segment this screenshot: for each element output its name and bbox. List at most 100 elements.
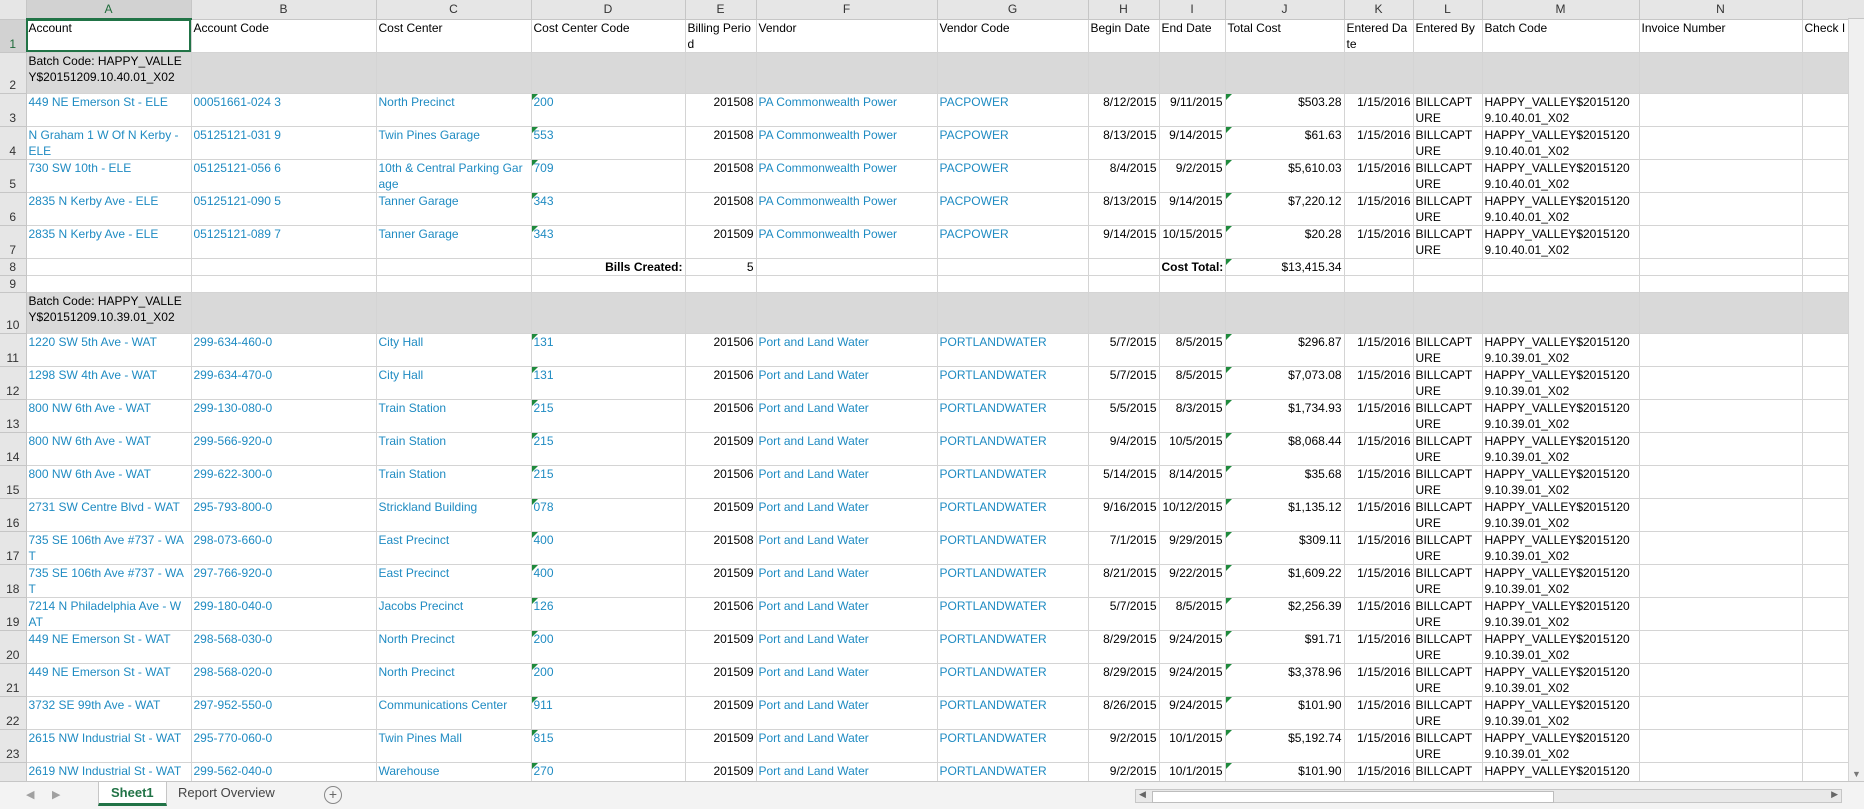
data-cell[interactable]: 8/12/2015	[1088, 93, 1160, 127]
data-cell[interactable]: HAPPY_VALLEY$20151209.10.39.01_X02	[1482, 465, 1640, 499]
data-cell[interactable]: 9/14/2015	[1159, 126, 1226, 160]
data-cell[interactable]: BILLCAPTURE	[1413, 663, 1483, 697]
data-cell[interactable]: BILLCAPTURE	[1413, 126, 1483, 160]
data-cell[interactable]: East Precinct	[376, 531, 532, 565]
data-cell[interactable]: 201509	[685, 225, 757, 259]
data-cell[interactable]: PORTLANDWATER	[937, 465, 1089, 499]
data-cell[interactable]: 298-568-020-0	[191, 663, 377, 697]
data-cell[interactable]: 1/15/2016	[1344, 366, 1414, 400]
cell[interactable]	[191, 275, 377, 293]
data-cell[interactable]: 201509	[685, 696, 757, 730]
data-cell[interactable]: 10/1/2015	[1159, 729, 1226, 763]
data-cell[interactable]: 2731 SW Centre Blvd - WAT	[26, 498, 192, 532]
data-cell[interactable]: Port and Land Water	[756, 531, 938, 565]
cell[interactable]	[685, 292, 757, 334]
data-cell[interactable]: Port and Land Water	[756, 333, 938, 367]
data-cell[interactable]: 5/5/2015	[1088, 399, 1160, 433]
data-cell[interactable]	[1639, 192, 1803, 226]
data-cell[interactable]: 1/15/2016	[1344, 126, 1414, 160]
data-cell[interactable]: 05125121-031 9	[191, 126, 377, 160]
data-cell[interactable]: North Precinct	[376, 663, 532, 697]
data-cell[interactable]	[1802, 432, 1849, 466]
data-cell[interactable]: PORTLANDWATER	[937, 630, 1089, 664]
data-cell[interactable]: 201509	[685, 498, 757, 532]
column-header-h[interactable]: H	[1088, 0, 1160, 20]
data-cell[interactable]: 201508	[685, 159, 757, 193]
data-cell[interactable]	[1639, 333, 1803, 367]
data-cell[interactable]: 8/4/2015	[1088, 159, 1160, 193]
header-cell[interactable]: End Date	[1159, 19, 1226, 53]
data-cell[interactable]: 8/13/2015	[1088, 126, 1160, 160]
cell[interactable]	[1802, 258, 1849, 276]
data-cell[interactable]: 201506	[685, 597, 757, 631]
data-cell[interactable]: Port and Land Water	[756, 399, 938, 433]
cell[interactable]	[191, 52, 377, 94]
data-cell[interactable]: 297-766-920-0	[191, 564, 377, 598]
data-cell[interactable]: HAPPY_VALLEY$20151209.10.39.01_X02	[1482, 366, 1640, 400]
data-cell[interactable]: BILLCAPTURE	[1413, 564, 1483, 598]
cell[interactable]	[1482, 292, 1640, 334]
data-cell[interactable]: HAPPY_VALLEY$20151209.10.39.01_X02	[1482, 597, 1640, 631]
data-cell[interactable]: Port and Land Water	[756, 366, 938, 400]
data-cell[interactable]	[1639, 564, 1803, 598]
batch-code-label[interactable]: Batch Code: HAPPY_VALLEY$20151209.10.39.…	[26, 292, 192, 334]
data-cell[interactable]: $1,734.93	[1225, 399, 1345, 433]
data-cell[interactable]: 9/14/2015	[1088, 225, 1160, 259]
cell[interactable]	[376, 275, 532, 293]
data-cell[interactable]: 201508	[685, 192, 757, 226]
bills-created-label[interactable]: Bills Created:	[531, 258, 686, 276]
cell[interactable]	[1482, 275, 1640, 293]
data-cell[interactable]: 9/29/2015	[1159, 531, 1226, 565]
data-cell[interactable]: 8/14/2015	[1159, 465, 1226, 499]
data-cell[interactable]: 735 SE 106th Ave #737 - WAT	[26, 564, 192, 598]
cell[interactable]	[26, 258, 192, 276]
data-cell[interactable]: HAPPY_VALLEY$20151209.10.39.01_X02	[1482, 432, 1640, 466]
data-cell[interactable]: 299-634-470-0	[191, 366, 377, 400]
batch-code-label[interactable]: Batch Code: HAPPY_VALLEY$20151209.10.40.…	[26, 52, 192, 94]
data-cell[interactable]: PA Commonwealth Power	[756, 192, 938, 226]
row-header[interactable]: 2	[0, 52, 27, 94]
column-header-f[interactable]: F	[756, 0, 938, 20]
data-cell[interactable]	[1802, 192, 1849, 226]
data-cell[interactable]: 00051661-024 3	[191, 93, 377, 127]
data-cell[interactable]	[1802, 630, 1849, 664]
data-cell[interactable]: City Hall	[376, 366, 532, 400]
cell[interactable]	[937, 275, 1089, 293]
cell[interactable]	[1088, 258, 1160, 276]
column-header-l[interactable]: L	[1413, 0, 1483, 20]
data-cell[interactable]	[1639, 597, 1803, 631]
data-cell[interactable]: 400	[531, 564, 686, 598]
data-cell[interactable]: PA Commonwealth Power	[756, 159, 938, 193]
data-cell[interactable]: 800 NW 6th Ave - WAT	[26, 432, 192, 466]
data-cell[interactable]: BILLCAPTURE	[1413, 93, 1483, 127]
data-cell[interactable]: 5/7/2015	[1088, 366, 1160, 400]
data-cell[interactable]: 8/21/2015	[1088, 564, 1160, 598]
cell[interactable]	[1639, 292, 1803, 334]
header-cell[interactable]: Cost Center Code	[531, 19, 686, 53]
data-cell[interactable]: 1/15/2016	[1344, 729, 1414, 763]
data-cell[interactable]: HAPPY_VALLEY$20151209.10.39.01_X02	[1482, 333, 1640, 367]
data-cell[interactable]: PORTLANDWATER	[937, 663, 1089, 697]
data-cell[interactable]: $1,135.12	[1225, 498, 1345, 532]
data-cell[interactable]: Port and Land Water	[756, 498, 938, 532]
data-cell[interactable]: 1/15/2016	[1344, 663, 1414, 697]
data-cell[interactable]: BILLCAPTURE	[1413, 366, 1483, 400]
data-cell[interactable]: 298-073-660-0	[191, 531, 377, 565]
cell[interactable]	[191, 292, 377, 334]
data-cell[interactable]: Train Station	[376, 399, 532, 433]
header-cell[interactable]: Invoice Number	[1639, 19, 1803, 53]
column-header-n[interactable]: N	[1639, 0, 1803, 20]
header-cell[interactable]: Account	[26, 19, 192, 53]
data-cell[interactable]	[1639, 498, 1803, 532]
data-cell[interactable]: Port and Land Water	[756, 432, 938, 466]
row-header[interactable]: 7	[0, 225, 27, 259]
data-cell[interactable]: BILLCAPTURE	[1413, 696, 1483, 730]
row-header[interactable]: 23	[0, 729, 27, 763]
data-cell[interactable]: 1/15/2016	[1344, 531, 1414, 565]
data-cell[interactable]: 215	[531, 465, 686, 499]
data-cell[interactable]: 201506	[685, 465, 757, 499]
data-cell[interactable]: 8/29/2015	[1088, 663, 1160, 697]
data-cell[interactable]: Twin Pines Garage	[376, 126, 532, 160]
data-cell[interactable]	[1639, 663, 1803, 697]
data-cell[interactable]: 1/15/2016	[1344, 399, 1414, 433]
